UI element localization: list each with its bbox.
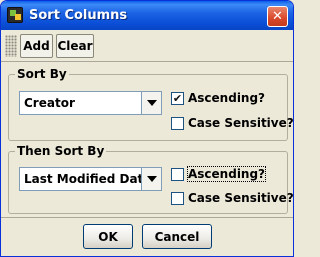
divider	[1, 217, 293, 218]
title-bar: Sort Columns ✕	[1, 1, 293, 30]
sort-by-selected-value: Creator	[24, 96, 75, 110]
checkbox-box[interactable]: ✔	[171, 92, 184, 105]
sort-by-case-sensitive-label: Case Sensitive?	[188, 116, 294, 130]
checkbox-box[interactable]	[171, 117, 184, 130]
toolbar: Add Clear	[1, 31, 293, 62]
checkbox-box[interactable]	[171, 192, 184, 205]
sort-by-select[interactable]: Creator	[19, 91, 162, 115]
clear-button[interactable]: Clear	[56, 34, 94, 58]
sort-by-ascending-label: Ascending?	[188, 91, 266, 105]
window-title: Sort Columns	[29, 8, 128, 23]
cancel-button[interactable]: Cancel	[142, 224, 212, 249]
then-sort-by-dropdown-button[interactable]	[141, 168, 161, 190]
close-icon: ✕	[272, 9, 283, 24]
then-sort-by-case-sensitive-label: Case Sensitive?	[188, 191, 294, 205]
sort-by-dropdown-button[interactable]	[141, 92, 161, 114]
then-sort-by-select[interactable]: Last Modified Date	[19, 167, 162, 191]
sort-columns-dialog: Sort Columns ✕ Add Clear Sort By Creator…	[0, 0, 294, 257]
sort-by-group: Sort By Creator ✔ Ascending? Case Sensit…	[8, 67, 293, 141]
add-button[interactable]: Add	[20, 34, 53, 58]
chevron-down-icon	[146, 100, 157, 106]
then-sort-by-selected-value: Last Modified Date	[24, 172, 152, 186]
toolbar-grip-icon[interactable]	[5, 35, 17, 57]
ok-button[interactable]: OK	[83, 224, 133, 249]
then-sort-by-legend: Then Sort By	[15, 144, 107, 158]
checkbox-box[interactable]	[171, 168, 184, 181]
close-button[interactable]: ✕	[267, 6, 288, 27]
then-sort-by-group: Then Sort By Last Modified Date Ascendin…	[8, 144, 293, 214]
then-sort-by-ascending-label: Ascending?	[186, 166, 267, 182]
app-icon	[7, 7, 23, 23]
sort-by-legend: Sort By	[15, 67, 69, 81]
chevron-down-icon	[146, 176, 157, 182]
